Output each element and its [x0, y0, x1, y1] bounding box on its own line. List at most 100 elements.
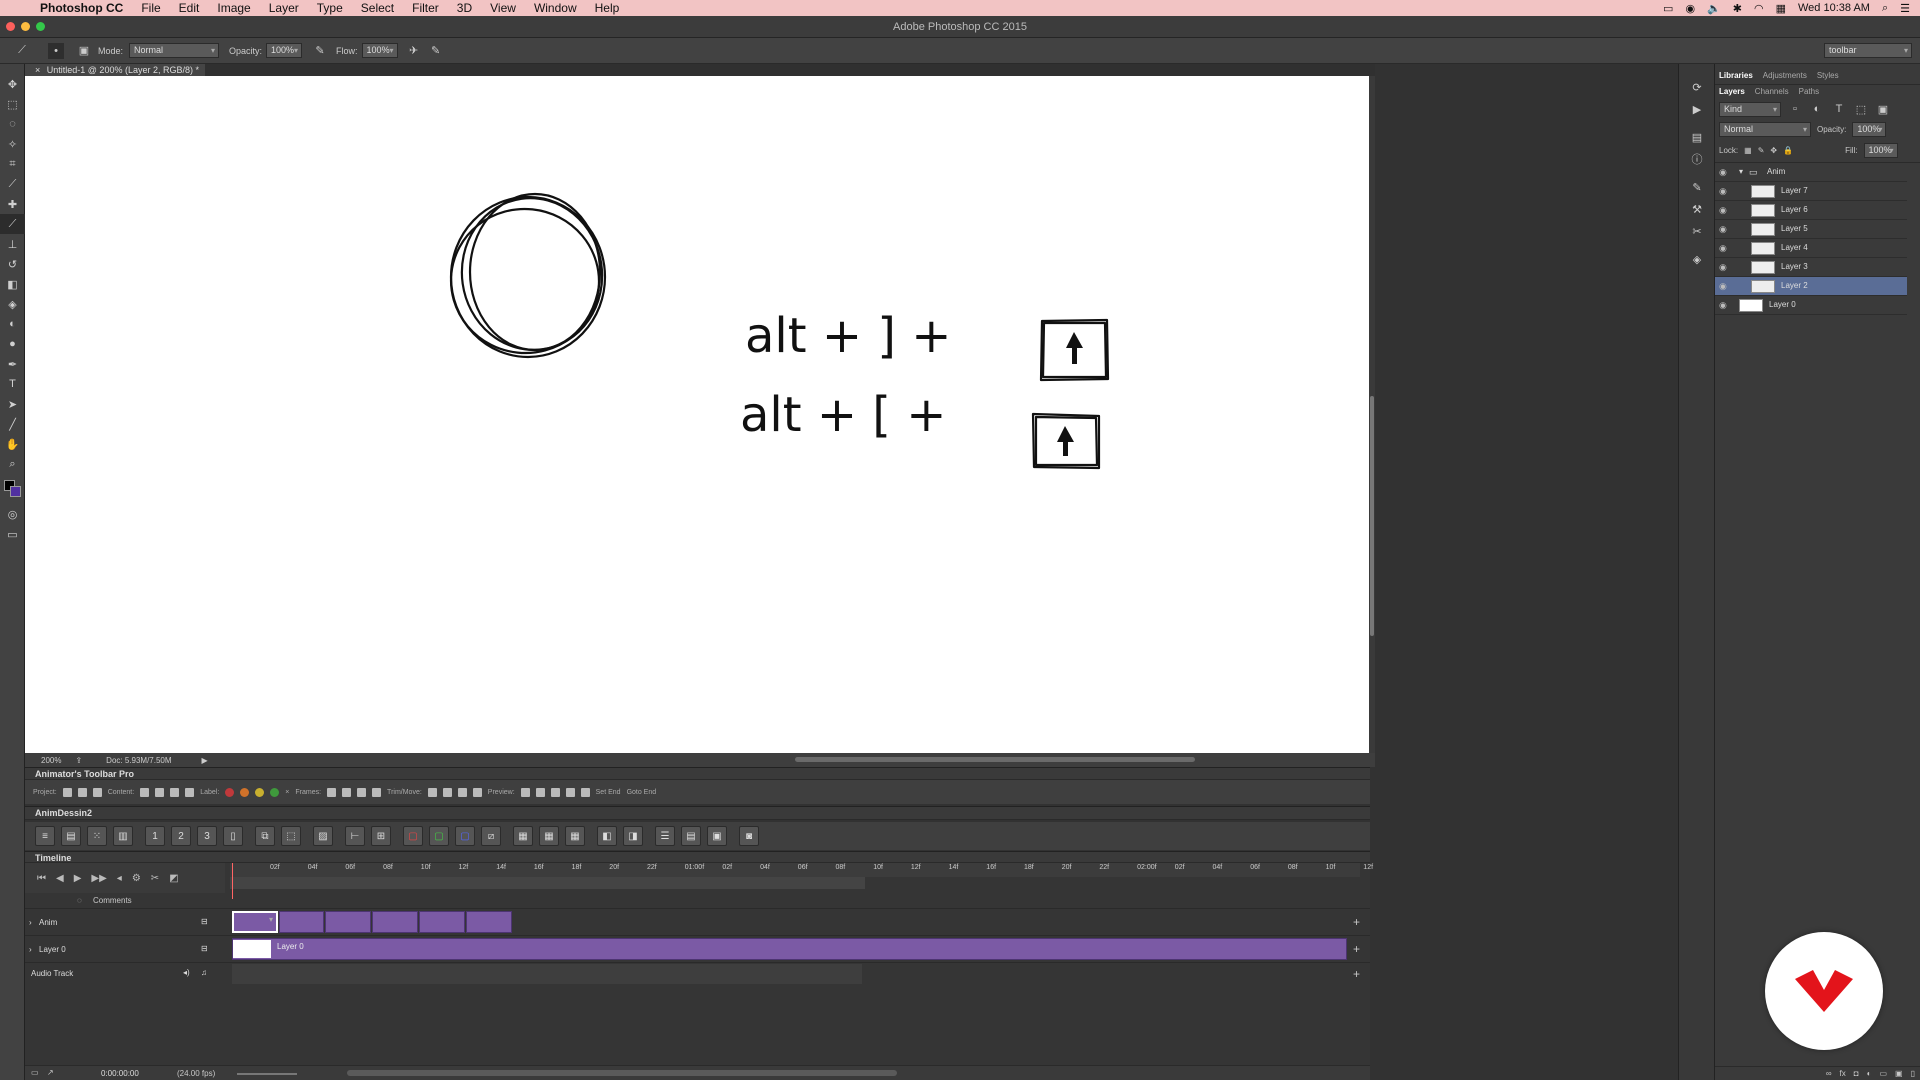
label-yellow-swatch[interactable]	[255, 787, 265, 797]
calendar-icon[interactable]: ▦	[1776, 2, 1786, 15]
visibility-eye-icon[interactable]: ◉	[1719, 300, 1727, 311]
tab-adjustments[interactable]: Adjustments	[1763, 71, 1807, 80]
anim-clip-4[interactable]	[372, 911, 418, 933]
layer0-clip[interactable]: Layer 0	[232, 938, 1347, 960]
tab-styles[interactable]: Styles	[1817, 71, 1839, 80]
spotlight-icon[interactable]: ⌕	[1882, 2, 1888, 15]
properties-icon[interactable]: ▤	[1679, 126, 1715, 148]
lock-all-icon[interactable]: 🔒	[1783, 146, 1793, 155]
visibility-eye-icon[interactable]: ◉	[1719, 243, 1727, 254]
tab-libraries[interactable]: Libraries	[1719, 71, 1753, 80]
opacity-field[interactable]: 100%	[266, 43, 303, 58]
red-channel-icon[interactable]: ▢	[403, 826, 423, 846]
track-expand-icon[interactable]: ›	[29, 945, 32, 954]
screen-mode-icon[interactable]: ▭	[0, 524, 25, 544]
add-to-anim-icon[interactable]: +	[1353, 915, 1360, 929]
canvas-vertical-scrollbar[interactable]	[1369, 76, 1375, 753]
grid-2-icon[interactable]: ▦	[539, 826, 559, 846]
visibility-eye-icon[interactable]: ◉	[1719, 167, 1727, 178]
notification-icon[interactable]: ☰	[1900, 2, 1910, 15]
preview-range-icon[interactable]	[520, 787, 530, 797]
filter-type-icon[interactable]: T	[1831, 101, 1847, 117]
quick-mask-icon[interactable]: ◎	[0, 504, 25, 524]
onion-skin-icon[interactable]	[170, 787, 180, 797]
zoom-slider[interactable]	[237, 1073, 297, 1075]
zoom-tool-icon[interactable]: ⌕	[0, 454, 25, 474]
add-mask-icon[interactable]: ◘	[1854, 1069, 1859, 1078]
text-frames-icon[interactable]: ▣	[707, 826, 727, 846]
color-swatches[interactable]	[0, 474, 25, 504]
frame-duplicate-icon[interactable]	[342, 787, 352, 797]
bluetooth-icon[interactable]: ✱	[1733, 2, 1742, 15]
tab-channels[interactable]: Channels	[1755, 87, 1789, 96]
crop-tool-icon[interactable]: ⌗	[0, 154, 25, 174]
menu-type[interactable]: Type	[317, 1, 343, 15]
layer-opacity-field[interactable]: 100%	[1852, 122, 1887, 137]
menu-view[interactable]: View	[490, 1, 516, 15]
lock-paint-icon[interactable]: ✎	[1758, 146, 1765, 155]
track-anim-options-icon[interactable]: ⊟	[201, 917, 208, 926]
flow-field[interactable]: 100%	[361, 43, 398, 58]
onion-grid-icon[interactable]: ⁙	[87, 826, 107, 846]
paint-bucket-tool-icon[interactable]: ◈	[0, 294, 25, 314]
anim-clip-5[interactable]	[419, 911, 465, 933]
menu-image[interactable]: Image	[217, 1, 250, 15]
save-doc-icon[interactable]	[92, 787, 102, 797]
zoom-readout[interactable]: 200%	[41, 756, 61, 765]
track-layer0-options-icon[interactable]: ⊟	[201, 944, 208, 953]
marquee-tool-icon[interactable]: ⬚	[0, 94, 25, 114]
actions-icon[interactable]: ▶	[1679, 98, 1715, 120]
menu-help[interactable]: Help	[595, 1, 620, 15]
goto-end-button[interactable]: Goto End	[627, 789, 657, 796]
render-icon[interactable]: ◙	[739, 826, 759, 846]
move-tool-icon[interactable]: ✥	[0, 74, 25, 94]
next-frame-icon[interactable]: ▶▶	[91, 873, 106, 884]
eraser-tool-icon[interactable]: ◧	[0, 274, 25, 294]
label-orange-swatch[interactable]	[240, 787, 250, 797]
brush-tool-icon[interactable]: ⟋	[14, 43, 30, 59]
menu-layer[interactable]: Layer	[269, 1, 299, 15]
filter-pixel-icon[interactable]: ▫	[1787, 101, 1803, 117]
export-icon[interactable]: ⇪	[75, 756, 82, 765]
set-end-button[interactable]: Set End	[596, 789, 621, 796]
cut-content-icon[interactable]	[185, 787, 195, 797]
audio-icon[interactable]: ◂	[117, 873, 122, 884]
timecode[interactable]: 0:00:00:00	[101, 1069, 139, 1078]
history-icon[interactable]: ⟳	[1679, 76, 1715, 98]
settings-icon[interactable]: ⚙	[132, 873, 141, 884]
close-tab-icon[interactable]: ×	[35, 65, 40, 75]
clear-color-icon[interactable]: ⧄	[481, 826, 501, 846]
hand-tool-icon[interactable]: ✋	[0, 434, 25, 454]
comments-icon[interactable]: ◌	[77, 896, 82, 905]
tab-layers[interactable]: Layers	[1719, 87, 1745, 96]
label-red-swatch[interactable]	[225, 787, 235, 797]
kind-filter-select[interactable]: Kind	[1719, 101, 1781, 117]
lasso-tool-icon[interactable]: ◌	[0, 114, 25, 134]
label-green-swatch[interactable]	[270, 787, 280, 797]
timeline-ruler[interactable]: 02f 04f 06f 08f 10f 12f 14f 16f 18f 20f 22f 01:00f 0…	[230, 863, 1373, 877]
export-frames-icon[interactable]: ▤	[681, 826, 701, 846]
layer-row[interactable]: ◉ Layer 4	[1715, 239, 1907, 258]
copy-frame-icon[interactable]: ⧉	[255, 826, 275, 846]
workspace-select[interactable]: toolbar	[1824, 43, 1912, 58]
audio-track-area[interactable]	[232, 964, 862, 984]
layer-group-anim[interactable]: ◉ ▾ ▭ Anim	[1715, 163, 1907, 182]
menu-filter[interactable]: Filter	[412, 1, 439, 15]
trim-end-icon[interactable]	[457, 787, 467, 797]
document-tab[interactable]: × Untitled-1 @ 200% (Layer 2, RGB/8) *	[25, 64, 205, 76]
trim-cut-icon[interactable]	[442, 787, 452, 797]
layer-row[interactable]: ◉ Layer 3	[1715, 258, 1907, 277]
work-area-bar[interactable]	[230, 877, 865, 889]
convert-icon[interactable]: ↗	[47, 1068, 54, 1077]
zoom-window-button[interactable]	[36, 22, 45, 31]
tool-presets-icon[interactable]: ⚒	[1679, 198, 1715, 220]
frame-1-icon[interactable]: 1	[145, 826, 165, 846]
new-layer-icon[interactable]: ▣	[1895, 1069, 1903, 1078]
pressure-opacity-icon[interactable]: ✎	[312, 43, 328, 59]
layer-row[interactable]: ◉ Layer 5	[1715, 220, 1907, 239]
audio-options-icon[interactable]: ♫	[201, 968, 207, 977]
history-brush-tool-icon[interactable]: ↺	[0, 254, 25, 274]
frame-3-icon[interactable]: 3	[197, 826, 217, 846]
render-video-icon[interactable]: ▭	[31, 1068, 39, 1077]
minimize-window-button[interactable]	[21, 22, 30, 31]
